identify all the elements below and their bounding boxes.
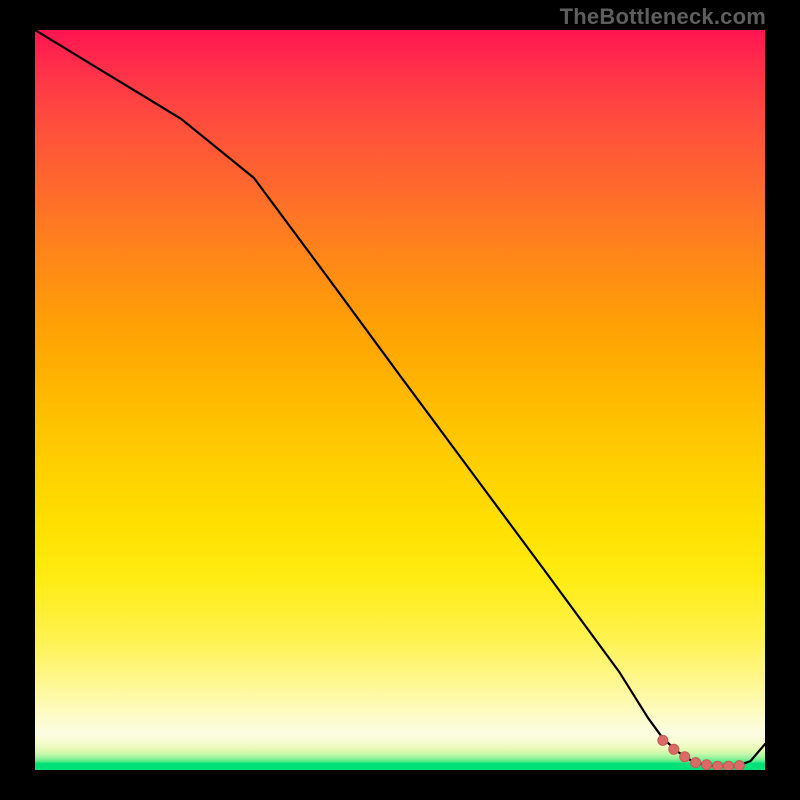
marker-dot [724, 761, 734, 770]
marker-dot [658, 735, 668, 745]
plot-area [35, 30, 765, 770]
watermark-text: TheBottleneck.com [560, 4, 766, 30]
marker-dot [702, 760, 712, 770]
chart-stage: TheBottleneck.com [0, 0, 800, 800]
marker-dot [734, 761, 744, 770]
chart-svg [35, 30, 765, 770]
marker-dot [680, 752, 690, 762]
marker-dot [669, 744, 679, 754]
marker-dot [713, 761, 723, 770]
marker-dot [691, 758, 701, 768]
series-curve [35, 30, 765, 766]
